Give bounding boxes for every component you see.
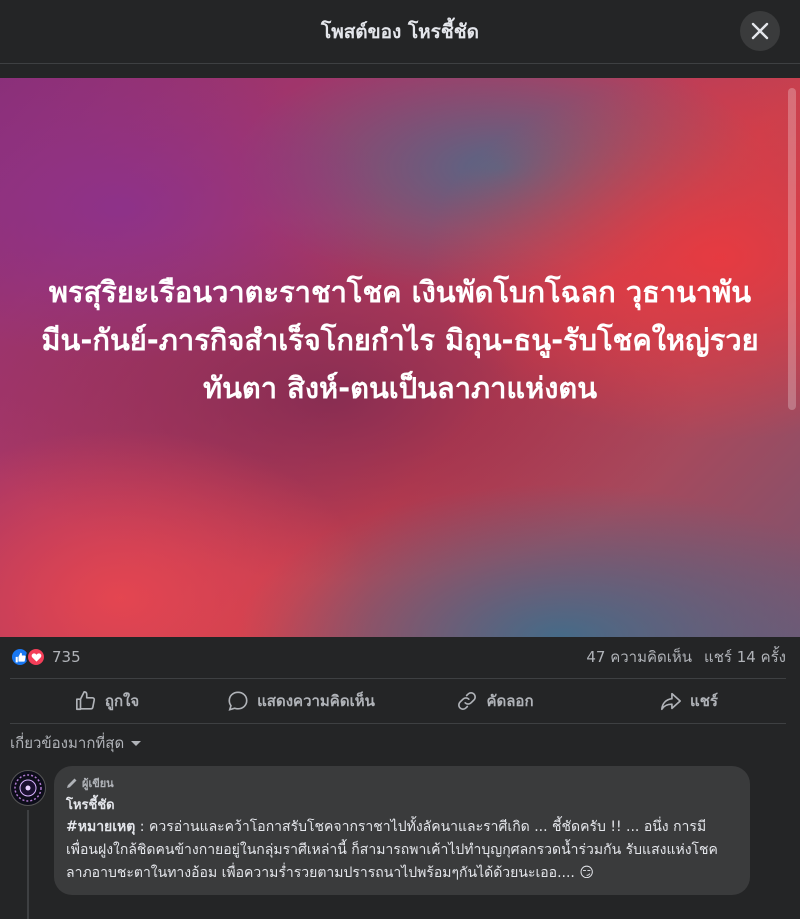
reactions-bar: 735 47 ความคิดเห็น แชร์ 14 ครั้ง [0,637,800,677]
like-label: ถูกใจ [104,692,140,710]
comment-text: #หมายเหตุ : ควรอ่านและคว้าโอกาสรับโชคจาก… [66,816,738,885]
share-count-link[interactable]: แชร์ 14 ครั้ง [704,645,786,669]
caret-down-icon [131,741,142,746]
comment-sort-dropdown[interactable]: เกี่ยวข้องมากที่สุด [10,731,142,755]
thumbs-up-icon [75,691,95,711]
close-icon [751,22,769,40]
comment-bubble: ผู้เขียน โหรชี้ชัด #หมายเหตุ : ควรอ่านแล… [54,766,750,895]
share-arrow-icon [661,692,682,711]
close-button[interactable] [740,11,780,51]
hashtag-link[interactable]: #หมายเหตุ [66,819,135,835]
sort-label: เกี่ยวข้องมากที่สุด [10,734,125,752]
copy-label: คัดลอก [486,692,534,710]
comment-body: : ควรอ่านและคว้าโอกาสรับโชคจากราชาไปทั้ง… [66,819,718,881]
avatar[interactable] [10,770,46,806]
comment-button[interactable]: แสดงความคิดเห็น [204,679,398,723]
thread-line [27,810,29,919]
share-button[interactable]: แชร์ [592,679,786,723]
badge-label: ผู้เขียน [82,777,114,790]
comment-label: แสดงความคิดเห็น [257,692,375,710]
comment-bubble-icon [228,691,248,711]
reaction-count: 735 [52,648,81,666]
dialog-title: โพสต์ของ โหรชี้ชัด [320,20,480,43]
pencil-icon [67,778,77,788]
post-text: พรสุริยะเรือนวาตะราชาโชค เงินพัดโบกโฉลก … [41,275,759,405]
comment-count-link[interactable]: 47 ความคิดเห็น [586,645,692,669]
like-button[interactable]: ถูกใจ [10,679,204,723]
link-icon [458,692,477,710]
copy-button[interactable]: คัดลอก [398,679,592,723]
dialog-header: โพสต์ของ โหรชี้ชัด [0,0,800,64]
author-badge: ผู้เขียน [66,774,738,792]
scrollbar[interactable] [788,88,796,410]
author-logo-icon [14,774,42,802]
action-bar: ถูกใจ แสดงความคิดเห็น คัดลอก แชร์ [10,678,786,724]
reaction-summary[interactable]: 735 [10,647,81,667]
post-background: พรสุริยะเรือนวาตะราชาโชค เงินพัดโบกโฉลก … [0,78,800,637]
comment-author[interactable]: โหรชี้ชัด [66,794,738,815]
share-label: แชร์ [690,692,718,710]
love-icon [26,647,46,667]
